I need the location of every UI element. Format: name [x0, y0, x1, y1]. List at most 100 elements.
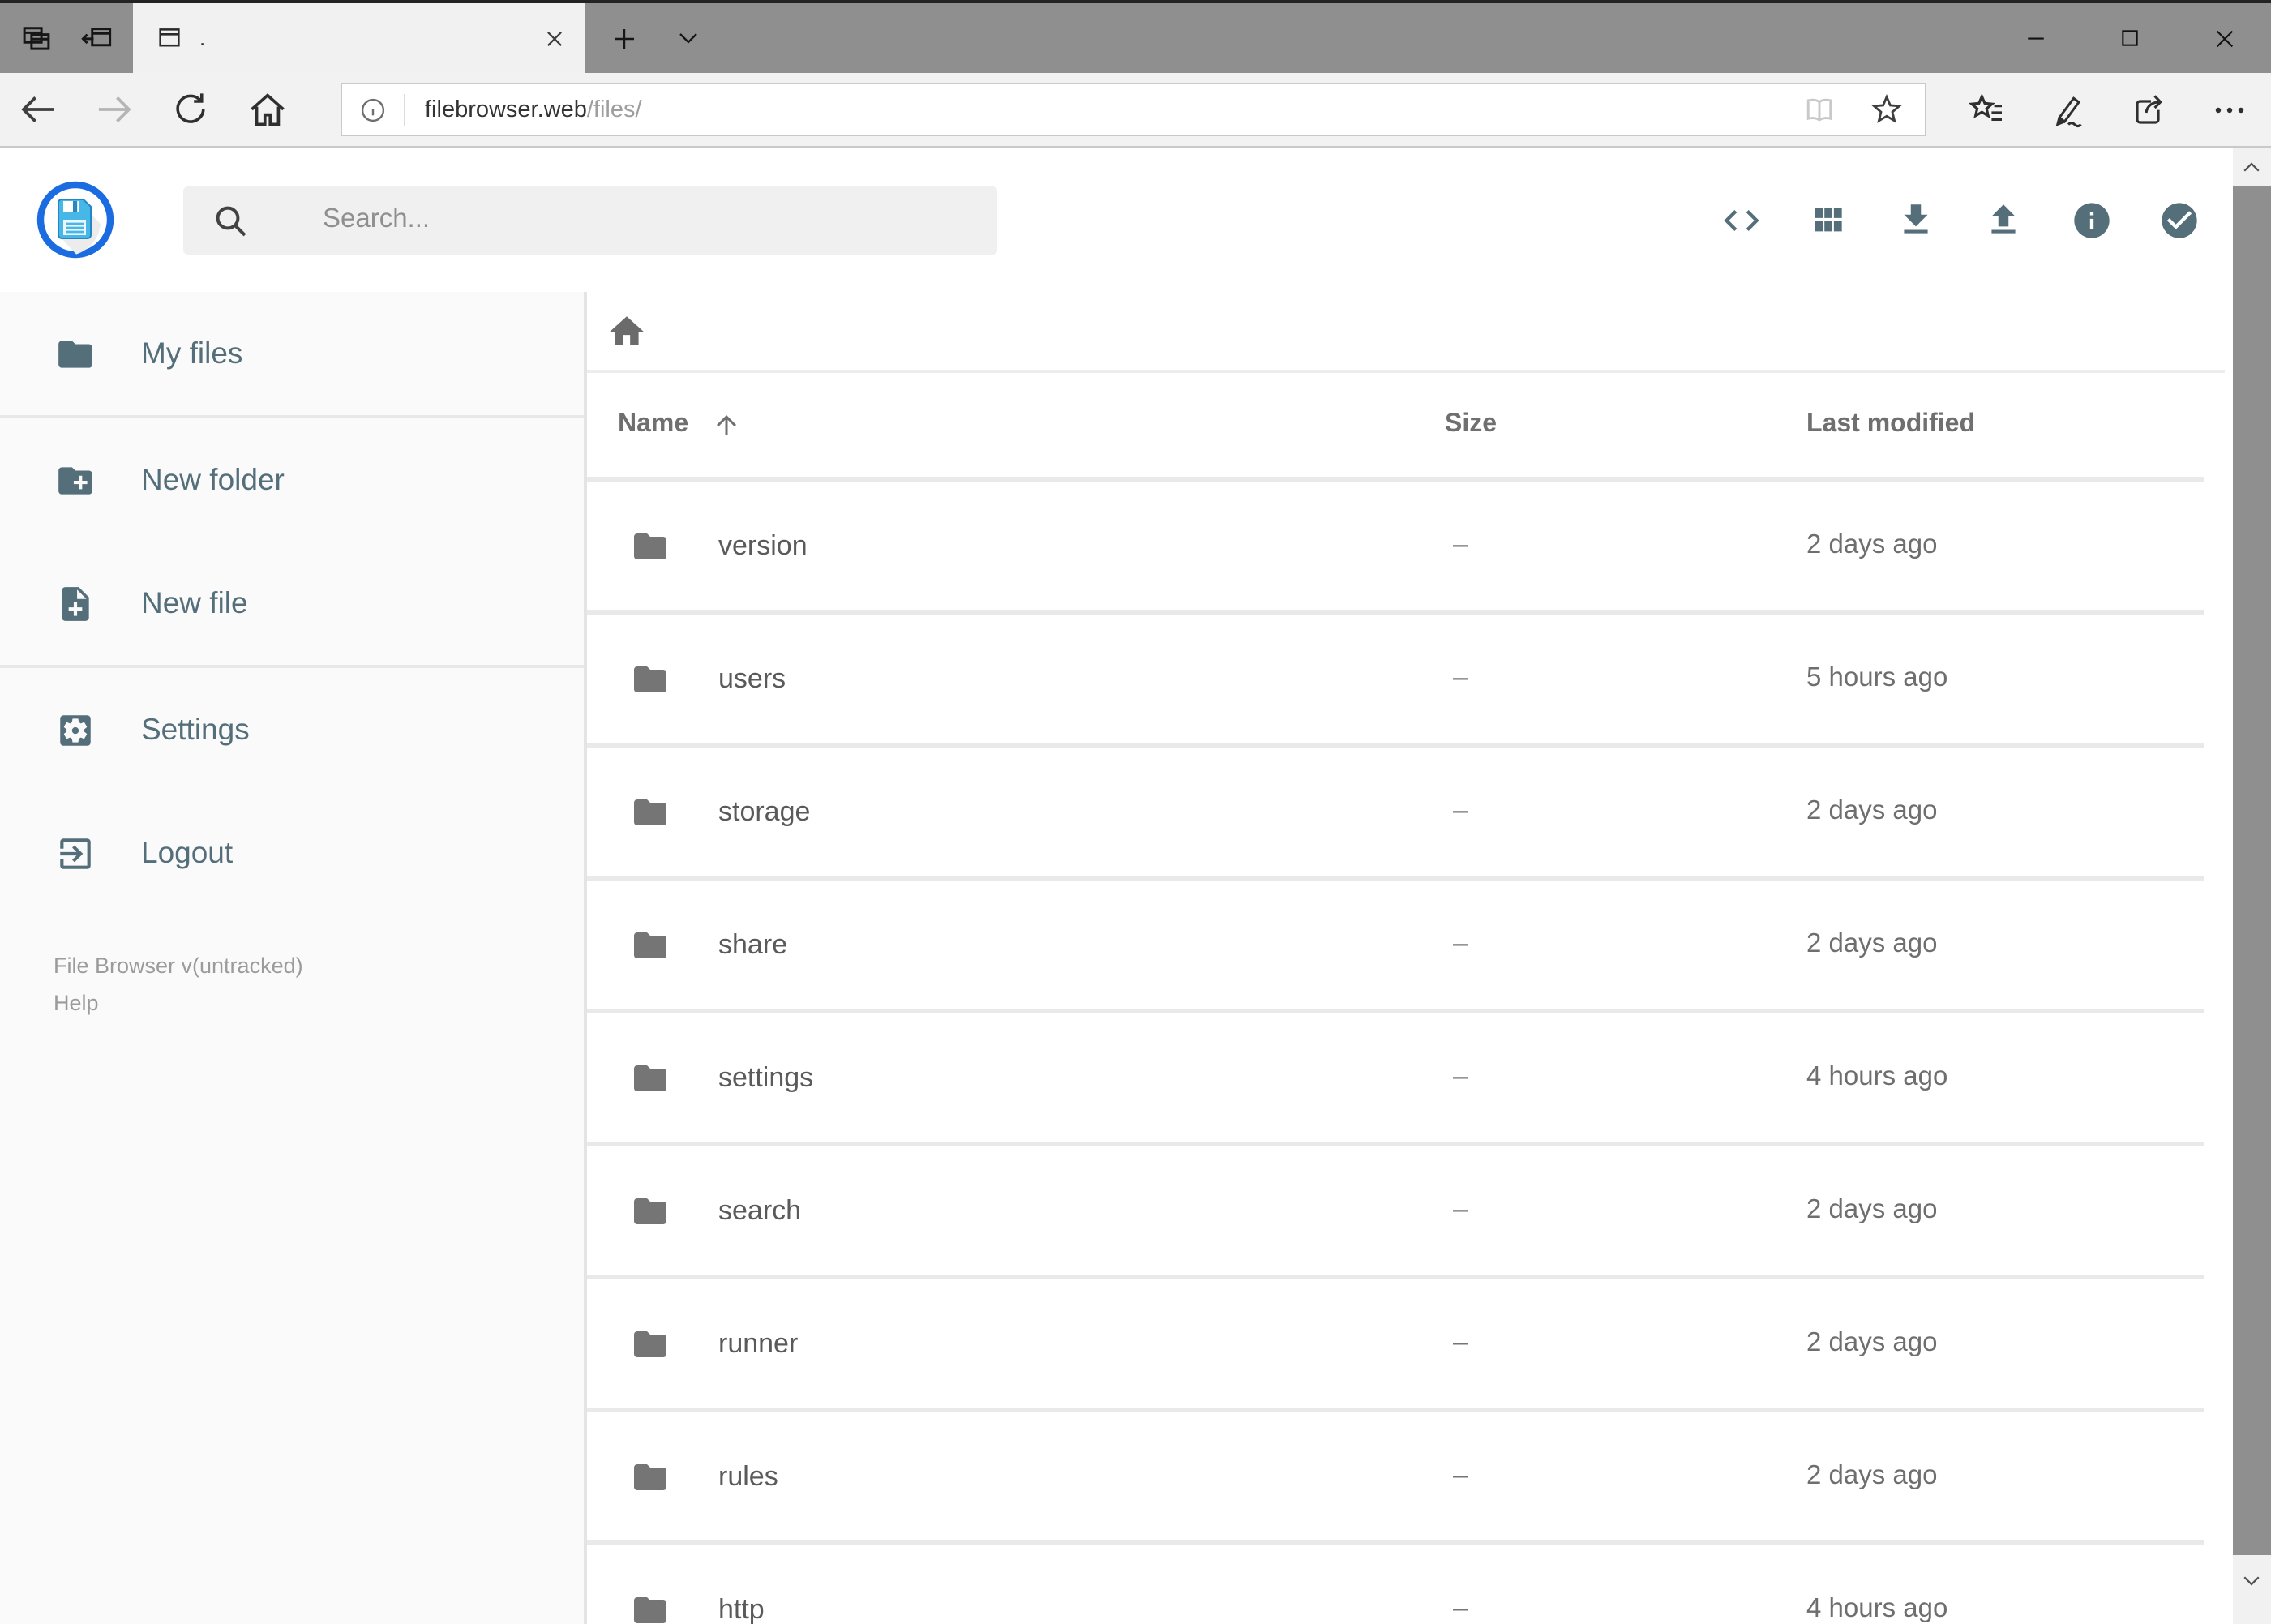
- page-content: My files New folder New file Settings Lo…: [0, 292, 2271, 1624]
- sidebar-item-settings[interactable]: Settings: [0, 665, 584, 791]
- new-tab-icon[interactable]: [611, 25, 637, 51]
- tab-title: .: [199, 26, 206, 50]
- upload-icon[interactable]: [1960, 176, 2047, 264]
- sidebar-item-label: New folder: [141, 462, 285, 496]
- tab-close-icon[interactable]: [543, 27, 566, 49]
- folder-icon: [631, 1058, 670, 1097]
- sidebar-item-new-file[interactable]: New file: [0, 542, 584, 665]
- scrollbar-thumb[interactable]: [2232, 186, 2271, 1555]
- select-multiple-icon[interactable]: [2135, 176, 2222, 264]
- sidebar-item-label: Settings: [141, 712, 250, 746]
- column-header-modified[interactable]: Last modified: [1806, 410, 2204, 439]
- sort-ascending-icon: [711, 410, 740, 439]
- switch-view-icon[interactable]: [1785, 176, 1872, 264]
- scroll-down-icon[interactable]: [2232, 1560, 2271, 1599]
- file-size: –: [1453, 530, 1468, 559]
- file-modified: 2 days ago: [1806, 1461, 1938, 1490]
- home-icon[interactable]: [229, 72, 305, 147]
- back-icon[interactable]: [0, 72, 76, 147]
- file-size: –: [1453, 1594, 1468, 1623]
- file-name: rules: [718, 1460, 778, 1491]
- filebrowser-logo[interactable]: [36, 180, 115, 259]
- file-name: share: [718, 928, 788, 959]
- info-icon[interactable]: [2047, 176, 2135, 264]
- scroll-up-icon[interactable]: [2232, 148, 2271, 186]
- column-header-name[interactable]: Name: [587, 410, 1445, 439]
- file-modified: 4 hours ago: [1806, 1062, 1948, 1091]
- file-name: users: [718, 662, 786, 693]
- browser-tab[interactable]: .: [133, 3, 585, 73]
- file-row[interactable]: rules – 2 days ago: [587, 1408, 2204, 1540]
- sidebar-footer: File Browser v(untracked) Help: [54, 947, 303, 1022]
- file-name: storage: [718, 795, 811, 826]
- file-row[interactable]: storage – 2 days ago: [587, 743, 2204, 876]
- file-row[interactable]: settings – 4 hours ago: [587, 1009, 2204, 1142]
- share-icon[interactable]: [2108, 72, 2189, 147]
- file-modified: 2 days ago: [1806, 1195, 1938, 1224]
- help-link[interactable]: Help: [54, 984, 303, 1022]
- file-name: search: [718, 1194, 802, 1225]
- sidebar-item-label: My files: [141, 336, 243, 370]
- forward-icon[interactable]: [76, 72, 152, 147]
- file-listing: Name Size Last modified version – 2 days…: [587, 292, 2271, 1624]
- tab-page-icon: [156, 24, 183, 52]
- search-icon: [211, 200, 250, 239]
- url-text[interactable]: filebrowser.web/files/: [425, 96, 642, 122]
- folder-icon: [631, 792, 670, 831]
- file-modified: 2 days ago: [1806, 796, 1938, 825]
- file-size: –: [1453, 1328, 1468, 1357]
- shell-icon[interactable]: [1697, 176, 1785, 264]
- file-row[interactable]: runner – 2 days ago: [587, 1275, 2204, 1408]
- reading-view-icon[interactable]: [1802, 92, 1837, 127]
- file-list: version – 2 days ago users – 5 hours ago…: [587, 477, 2204, 1624]
- file-modified: 2 days ago: [1806, 1328, 1938, 1357]
- file-row[interactable]: share – 2 days ago: [587, 876, 2204, 1009]
- maximize-button[interactable]: [2083, 3, 2177, 73]
- refresh-icon[interactable]: [152, 72, 229, 147]
- download-icon[interactable]: [1872, 176, 1960, 264]
- sidebar: My files New folder New file Settings Lo…: [0, 292, 587, 1624]
- app-header: Search...: [0, 148, 2271, 292]
- file-size: –: [1453, 1062, 1468, 1091]
- column-header-size[interactable]: Size: [1445, 410, 1806, 439]
- close-window-button[interactable]: [2177, 3, 2271, 73]
- file-name: settings: [718, 1061, 814, 1092]
- url-path: /files/: [586, 96, 642, 122]
- favorites-hub-icon[interactable]: [1946, 72, 2027, 147]
- breadcrumb: [587, 292, 2225, 373]
- file-size: –: [1453, 663, 1468, 692]
- more-options-icon[interactable]: [2189, 72, 2270, 147]
- file-modified: 2 days ago: [1806, 929, 1938, 958]
- app-version: File Browser v(untracked): [54, 953, 303, 978]
- file-name: version: [718, 529, 808, 560]
- sidebar-item-logout[interactable]: Logout: [0, 791, 584, 915]
- file-row[interactable]: version – 2 days ago: [587, 482, 2204, 610]
- sidebar-item-my-files[interactable]: My files: [0, 292, 584, 415]
- folder-icon: [631, 1324, 670, 1363]
- file-row[interactable]: users – 5 hours ago: [587, 610, 2204, 743]
- file-row[interactable]: http – 4 hours ago: [587, 1540, 2204, 1624]
- file-row[interactable]: search – 2 days ago: [587, 1142, 2204, 1275]
- minimize-button[interactable]: [1989, 3, 2083, 73]
- favorite-star-icon[interactable]: [1870, 92, 1904, 126]
- sidebar-item-label: New file: [141, 585, 248, 619]
- page-scrollbar[interactable]: [2232, 148, 2271, 1624]
- file-plus-icon: [55, 583, 96, 623]
- file-name: runner: [718, 1327, 799, 1358]
- url-bar[interactable]: filebrowser.web/files/: [341, 83, 1926, 136]
- web-note-pen-icon[interactable]: [2027, 72, 2108, 147]
- sidebar-item-new-folder[interactable]: New folder: [0, 415, 584, 542]
- folder-icon: [631, 526, 670, 565]
- site-info-icon[interactable]: [342, 95, 404, 124]
- tab-list-chevron-icon[interactable]: [676, 26, 701, 50]
- search-input[interactable]: Search...: [183, 186, 997, 254]
- set-tabs-aside-icon[interactable]: [79, 21, 114, 55]
- folder-icon: [631, 1191, 670, 1230]
- file-size: –: [1453, 796, 1468, 825]
- tab-preview-icon[interactable]: [19, 21, 54, 55]
- file-name: http: [718, 1593, 765, 1624]
- url-divider: [404, 93, 405, 126]
- folder-icon: [631, 1590, 670, 1624]
- breadcrumb-home-icon[interactable]: [606, 311, 647, 351]
- folder-icon: [631, 659, 670, 698]
